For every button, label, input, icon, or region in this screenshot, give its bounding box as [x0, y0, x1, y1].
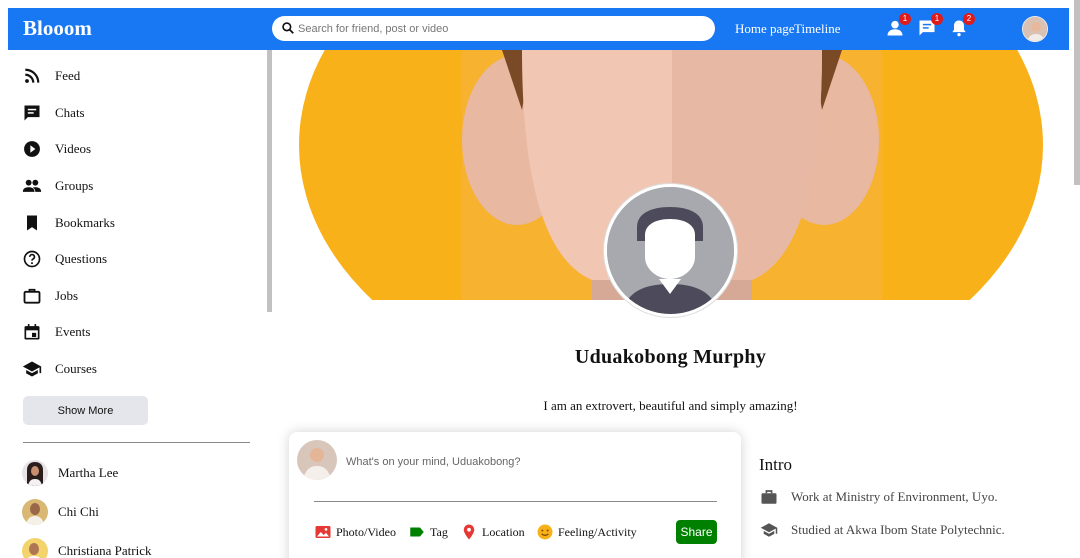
sidebar-item-label: Bookmarks — [55, 215, 115, 230]
friend-avatar-image — [22, 460, 48, 486]
friend-name: Martha Lee — [58, 465, 119, 480]
avatar-image — [1023, 17, 1047, 41]
feeling-activity-option[interactable]: Feeling/Activity — [536, 522, 637, 542]
sidebar-item-chats[interactable]: Chats — [22, 101, 85, 125]
option-label: Photo/Video — [336, 524, 396, 539]
sidebar-item-label: Events — [55, 324, 91, 339]
avatar — [297, 440, 337, 480]
sidebar-item-videos[interactable]: Videos — [22, 137, 91, 161]
friend-requests-badge: 1 — [899, 13, 911, 25]
friend-item-christiana-patrick[interactable]: Christiana Patrick — [22, 537, 152, 558]
school-icon — [22, 361, 42, 377]
photo-video-option[interactable]: Photo/Video — [314, 522, 396, 542]
emoji-icon — [537, 524, 553, 540]
sidebar-item-courses[interactable]: Courses — [22, 357, 97, 381]
label-icon — [410, 527, 424, 537]
friend-item-martha-lee[interactable]: Martha Lee — [22, 459, 118, 487]
default-avatar-image — [607, 187, 734, 314]
photo-icon — [315, 526, 331, 538]
notifications-badge: 2 — [963, 13, 975, 25]
search-icon — [282, 22, 294, 34]
sidebar-item-groups[interactable]: Groups — [22, 174, 93, 198]
avatar — [22, 538, 48, 558]
sidebar-item-label: Questions — [55, 251, 107, 266]
intro-work-text: Work at Ministry of Environment, Uyo. — [791, 489, 998, 504]
sidebar-divider — [23, 442, 250, 443]
work-icon — [23, 288, 41, 304]
sidebar-item-label: Chats — [55, 105, 85, 120]
sidebar-item-label: Videos — [55, 141, 92, 156]
friend-name: Christiana Patrick — [58, 543, 152, 558]
messages-badge: 1 — [931, 13, 943, 25]
bookmark-icon — [27, 215, 37, 231]
sidebar-item-bookmarks[interactable]: Bookmarks — [22, 211, 115, 235]
sidebar-item-questions[interactable]: Questions — [22, 247, 107, 271]
home-page-link[interactable]: Home page — [735, 21, 795, 37]
avatar — [22, 460, 48, 486]
show-more-button[interactable]: Show More — [23, 396, 148, 425]
intro-education-item: Studied at Akwa Ibom State Polytechnic. — [760, 520, 1005, 540]
share-post-card: Photo/Video Tag Location Feeling/Activit… — [289, 432, 741, 558]
sidebar-item-jobs[interactable]: Jobs — [22, 284, 78, 308]
intro-work-item: Work at Ministry of Environment, Uyo. — [760, 487, 998, 507]
sidebar-item-events[interactable]: Events — [22, 320, 90, 344]
school-icon — [760, 523, 778, 537]
intro-heading: Intro — [759, 455, 793, 474]
chat-icon — [24, 105, 40, 121]
sidebar-item-label: Courses — [55, 361, 97, 376]
friend-item-chi-chi[interactable]: Chi Chi — [22, 498, 99, 526]
left-sidebar: Feed Chats Videos Groups Bookmarks Quest… — [0, 50, 268, 558]
friend-requests-button[interactable]: 1 — [885, 13, 911, 38]
top-navigation-bar: Blooom Home page Timeline 1 1 2 — [8, 8, 1069, 50]
share-text-input[interactable] — [346, 452, 716, 472]
friend-name: Chi Chi — [58, 504, 99, 519]
play-circle-icon — [24, 141, 40, 157]
search-bar[interactable] — [272, 16, 715, 41]
help-circle-icon — [23, 250, 41, 268]
location-option[interactable]: Location — [460, 522, 525, 542]
avatar — [22, 499, 48, 525]
group-icon — [22, 179, 42, 192]
option-label: Location — [482, 524, 525, 539]
sidebar-item-label: Jobs — [55, 288, 79, 303]
page-scrollbar[interactable] — [1074, 0, 1080, 185]
location-pin-icon — [463, 524, 475, 540]
sidebar-item-label: Feed — [55, 68, 81, 83]
share-divider — [314, 501, 717, 502]
profile-name: Uduakobong Murphy — [574, 346, 767, 368]
rss-feed-icon — [25, 68, 40, 83]
notifications-button[interactable]: 2 — [949, 13, 975, 38]
messages-button[interactable]: 1 — [917, 13, 943, 38]
share-button[interactable]: Share — [676, 520, 717, 544]
friend-avatar-image — [22, 499, 48, 525]
user-avatar-image — [297, 440, 337, 480]
sidebar-item-label: Groups — [55, 178, 94, 193]
event-icon — [24, 324, 40, 340]
profile-bio: I am an extrovert, beautiful and simply … — [543, 398, 798, 413]
profile-avatar[interactable] — [1022, 16, 1048, 42]
friend-avatar-image — [22, 538, 48, 558]
profile-picture[interactable] — [604, 184, 737, 317]
search-input[interactable] — [298, 19, 698, 38]
option-label: Feeling/Activity — [558, 524, 637, 539]
briefcase-icon — [761, 490, 777, 504]
brand-logo[interactable]: Blooom — [23, 16, 92, 41]
option-label: Tag — [430, 524, 448, 539]
timeline-link[interactable]: Timeline — [794, 21, 840, 37]
sidebar-item-feed[interactable]: Feed — [22, 64, 80, 88]
intro-education-text: Studied at Akwa Ibom State Polytechnic. — [791, 522, 1005, 537]
tag-option[interactable]: Tag — [408, 522, 448, 542]
